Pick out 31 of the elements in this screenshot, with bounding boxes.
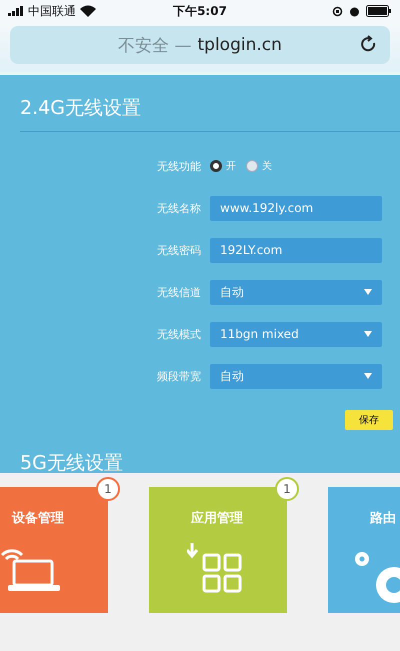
signal-icon [8, 6, 24, 16]
field-label: 无线信道 [156, 284, 202, 300]
save-button[interactable]: 保存 [345, 410, 393, 430]
text-field[interactable]: www.192ly.com [210, 196, 382, 220]
field-label: 频段带宽 [156, 368, 202, 384]
dropdown[interactable]: 自动 [210, 280, 382, 304]
carrier-name: 中国联通 [28, 2, 76, 20]
radio-label: 开 [226, 160, 236, 173]
dropdown[interactable]: 11bgn mixed [210, 322, 382, 346]
count-badge: 1 [275, 477, 299, 501]
field-label: 无线功能 [156, 158, 202, 174]
radio-label: 关 [262, 160, 272, 173]
section-title: 2.4G无线设置 [19, 96, 142, 121]
caret-icon [364, 331, 372, 337]
section-title: 5G无线设置 [19, 451, 124, 473]
rotation-lock-icon [332, 6, 344, 16]
caret-icon [364, 373, 372, 379]
dropdown[interactable]: 自动 [210, 364, 382, 388]
clock: 下午5:07 [173, 2, 227, 20]
caret-icon [364, 289, 372, 295]
text-field[interactable]: 192LY.com [210, 238, 382, 262]
count-badge: 1 [96, 477, 120, 501]
wifi-icon [80, 5, 96, 17]
radio-button[interactable] [210, 160, 222, 172]
menu-tile[interactable]: 路由 [328, 487, 400, 613]
field-label: 无线模式 [156, 326, 202, 342]
radio-button[interactable] [246, 160, 258, 172]
address-bar[interactable]: 不安全 — tplogin.cn [10, 26, 390, 64]
field-label: 无线密码 [156, 242, 202, 258]
field-label: 无线名称 [156, 200, 202, 216]
battery-icon [366, 5, 392, 17]
